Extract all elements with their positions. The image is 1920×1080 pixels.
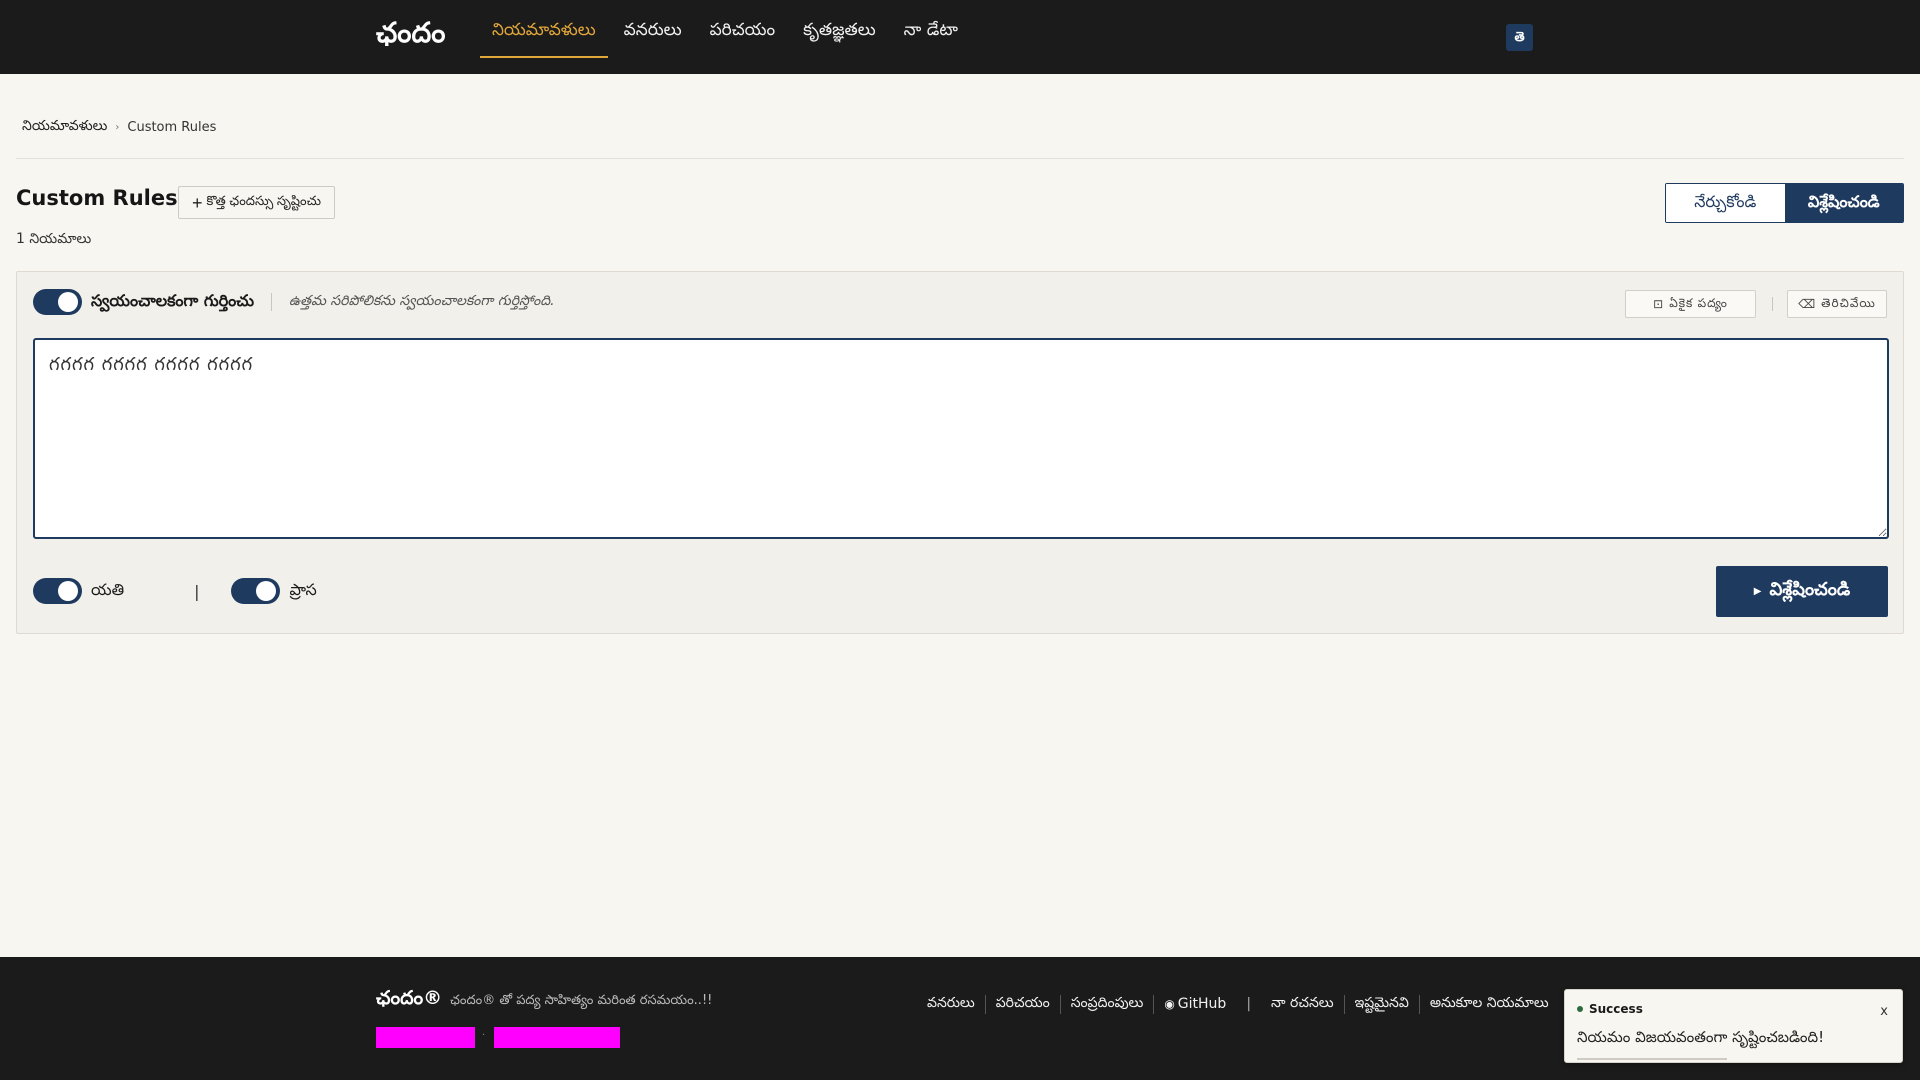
breadcrumb: నియమావళులు › Custom Rules [22, 118, 216, 137]
toast-message: నియమం విజయవంతంగా సృష్టించబడింది! [1577, 1028, 1825, 1046]
footer-link-about[interactable]: పరిచయం [986, 994, 1061, 1014]
footer-link-resources[interactable]: వనరులు [917, 994, 986, 1014]
breadcrumb-chevron-icon: › [115, 122, 120, 133]
status-dot-icon [1577, 1006, 1583, 1012]
footer-link-custom-rules[interactable]: అనుకూల నియమాలు [1420, 995, 1559, 1014]
footer-dot: · [482, 1030, 486, 1041]
breadcrumb-root-link[interactable]: నియమావళులు [22, 118, 107, 137]
analyze-button-label: విశ్లేషించండి [1769, 579, 1851, 600]
brand-logo[interactable]: ఛందం [376, 16, 445, 56]
divider [16, 158, 1904, 159]
footer-links: వనరులు పరిచయం సంప్రదింపులు ◉ GitHub | నా… [917, 992, 1559, 1016]
top-navbar: ఛందం నియమావళులు వనరులు పరిచయం కృతజ్ఞతలు … [0, 0, 1920, 74]
tool-separator [1772, 297, 1773, 311]
footer-tagline: ఛందం® తో పద్య సాహిత్యం మరింత రసమయం..!! [450, 993, 713, 1008]
nav-item-rules[interactable]: నియమావళులు [480, 0, 608, 58]
nav-item-my-data[interactable]: నా డేటా [892, 0, 970, 58]
toast-progress-bar [1577, 1058, 1727, 1060]
separator [271, 293, 272, 311]
footer-placeholder-bar [376, 1027, 475, 1048]
rule-count: 1 నియమాలు [16, 231, 92, 247]
main-nav: నియమావళులు వనరులు పరిచయం కృతజ్ఞతలు నా డే… [480, 0, 974, 74]
close-icon[interactable]: x [1880, 1004, 1888, 1019]
square-icon: ⊡ [1653, 297, 1665, 311]
single-poem-label: ఏకైక పద్యం [1669, 295, 1728, 310]
toast-title-row: Success [1577, 1002, 1643, 1016]
footer-link-contact[interactable]: సంప్రదింపులు [1061, 994, 1155, 1014]
clear-button[interactable]: ⌫ తెరిచివేయి [1787, 290, 1887, 318]
prasa-toggle[interactable] [231, 578, 281, 604]
create-rule-label: కొత్త ఛందస్సు సృష్టించు [206, 193, 321, 208]
auto-detect-toggle[interactable] [33, 289, 82, 315]
nav-item-credits[interactable]: కృతజ్ఞతలు [791, 0, 888, 58]
footer-placeholder-bar [494, 1027, 620, 1048]
nav-item-about[interactable]: పరిచయం [698, 0, 788, 58]
breadcrumb-current: Custom Rules [127, 120, 217, 135]
mode-switch: నేర్చుకోండి విశ్లేషించండి [1665, 183, 1904, 223]
success-toast: Success x నియమం విజయవంతంగా సృష్టించబడింద… [1564, 989, 1903, 1063]
footer-separator: | [1246, 996, 1252, 1012]
footer-link-my-works[interactable]: నా రచనలు [1261, 994, 1345, 1014]
footer-link-github-label: GitHub [1177, 996, 1227, 1012]
single-poem-button[interactable]: ⊡ ఏకైక పద్యం [1625, 290, 1756, 318]
yati-toggle[interactable] [33, 578, 82, 604]
nav-item-resources[interactable]: వనరులు [612, 0, 694, 58]
footer-brand: ఛందం® [376, 987, 443, 1009]
options-row: యతి | ప్రాస [33, 578, 317, 604]
analyzer-panel: స్వయంచాలకంగా గుర్తించు ఉత్తమ సరిపోలికను … [16, 271, 1904, 634]
toast-title: Success [1589, 1002, 1643, 1016]
footer-link-github[interactable]: ◉ GitHub [1154, 996, 1236, 1012]
play-icon: ▶ [1753, 586, 1762, 597]
auto-detect-row: స్వయంచాలకంగా గుర్తించు ఉత్తమ సరిపోలికను … [33, 289, 555, 315]
clear-label: తెరిచివేయి [1821, 295, 1876, 310]
analyze-button[interactable]: ▶ విశ్లేషించండి [1716, 566, 1888, 617]
page-title: Custom Rules [16, 186, 178, 210]
prasa-label: ప్రాస [289, 579, 317, 599]
mode-learn-button[interactable]: నేర్చుకోండి [1666, 184, 1785, 222]
footer-link-favorites[interactable]: ఇష్టమైనవి [1345, 994, 1420, 1014]
eraser-icon: ⌫ [1798, 297, 1817, 311]
language-toggle-button[interactable]: తె [1506, 24, 1533, 51]
auto-detect-hint: ఉత్తమ సరిపోలికను స్వయంచాలకంగా గుర్తిస్తో… [289, 292, 555, 309]
auto-detect-label: స్వయంచాలకంగా గుర్తించు [91, 290, 254, 310]
poem-input[interactable]: గగగగ గగగగ గగగగ గగగగ [33, 338, 1889, 539]
options-separator: | [194, 581, 200, 601]
create-rule-button[interactable]: + కొత్త ఛందస్సు సృష్టించు [178, 186, 335, 219]
mode-analyze-button[interactable]: విశ్లేషించండి [1784, 184, 1903, 222]
yati-label: యతి [91, 579, 125, 599]
github-icon: ◉ [1164, 997, 1175, 1011]
plus-icon: + [192, 192, 203, 213]
